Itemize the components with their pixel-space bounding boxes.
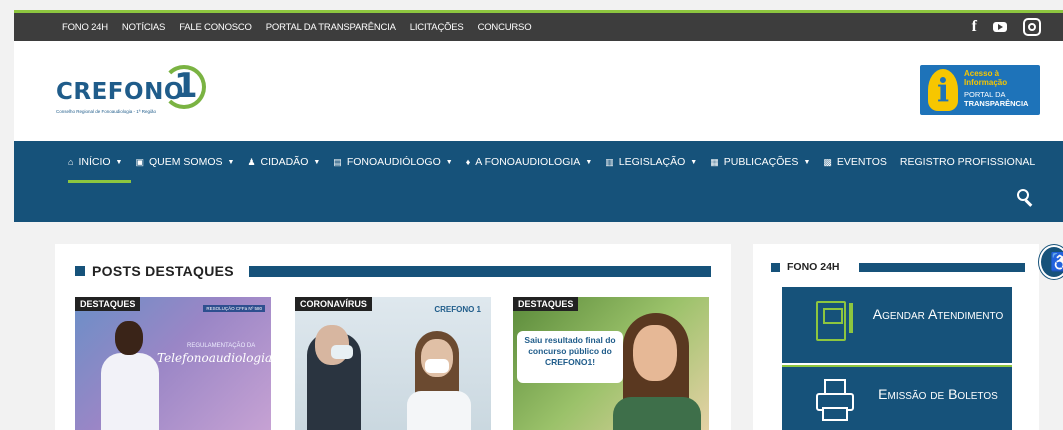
top-links: FONO 24H NOTÍCIAS FALE CONOSCO PORTAL DA… <box>62 13 532 41</box>
facebook-icon[interactable]: f <box>972 18 977 36</box>
post-card[interactable]: DESTAQUES RESOLUÇÃO CFFa Nº 580 REGULAME… <box>75 297 271 430</box>
crefono-logo[interactable]: CREFONO 1 Conselho Regional de Fonoaudio… <box>56 65 216 121</box>
fono24h-section: FONO 24H Agendar Atendimento Emissão de … <box>753 244 1039 430</box>
post-line2: Telefonoaudiologia <box>157 351 271 365</box>
home-icon: ⌂ <box>68 157 74 167</box>
nav-label: INÍCIO <box>78 156 111 168</box>
badge-icon: ▤ <box>333 156 342 167</box>
nav-item-fonoaudiologo[interactable]: ▤ FONOAUDIÓLOGO ▼ <box>333 156 452 168</box>
social-links: f <box>972 13 1041 41</box>
instagram-icon[interactable] <box>1023 18 1041 36</box>
section-title-text: POSTS DESTAQUES <box>92 263 234 279</box>
nav-label: LEGISLAÇÃO <box>618 156 686 168</box>
nav-label: A FONOAUDIOLOGIA <box>475 156 581 168</box>
face-mask-shape <box>331 345 353 359</box>
logo-digit: 1 <box>174 66 198 106</box>
post-bubble: Saiu resultado final do concurso público… <box>517 331 623 383</box>
accessibility-icon: ♿ <box>1050 252 1063 272</box>
post-image-person <box>101 353 159 430</box>
site-header: CREFONO 1 Conselho Regional de Fonoaudio… <box>14 41 1063 141</box>
side-title-text: FONO 24H <box>787 261 840 273</box>
square-bullet-icon <box>771 262 780 272</box>
top-link-concurso[interactable]: CONCURSO <box>478 22 532 33</box>
post-tag[interactable]: DESTAQUES <box>513 297 579 311</box>
chevron-down-icon: ▼ <box>115 158 123 166</box>
transparency-portal-banner[interactable]: Acesso à Informação PORTAL DATRANSPARÊNC… <box>920 65 1040 115</box>
top-bar: FONO 24H NOTÍCIAS FALE CONOSCO PORTAL DA… <box>14 10 1063 41</box>
side-title-bar <box>859 263 1025 272</box>
top-link-fono24h[interactable]: FONO 24H <box>62 22 108 33</box>
top-link-noticias[interactable]: NOTÍCIAS <box>122 22 165 33</box>
search-icon-handle <box>1024 199 1033 207</box>
post-brand: CREFONO 1 <box>434 305 481 314</box>
transparency-line2: PORTAL DA TRANSPARÊNCIA <box>964 90 1038 108</box>
nav-item-legislacao[interactable]: ▥ LEGISLAÇÃO ▼ <box>605 156 697 168</box>
nav-item-publicacoes[interactable]: ▦ PUBLICAÇÕES ▼ <box>710 156 810 168</box>
service-boletos-button[interactable]: Emissão de Boletos <box>782 365 1012 430</box>
chevron-down-icon: ▼ <box>803 158 811 166</box>
face-mask-shape <box>425 359 449 373</box>
post-card[interactable]: DESTAQUES Saiu resultado final do concur… <box>513 297 709 430</box>
side-title: FONO 24H <box>771 261 840 273</box>
logo-subtitle: Conselho Regional de Fonoaudiologia - 1ª… <box>56 109 156 114</box>
info-icon <box>928 69 958 111</box>
nav-label: QUEM SOMOS <box>148 156 223 168</box>
chevron-down-icon: ▼ <box>585 158 593 166</box>
top-link-portal-transparencia[interactable]: PORTAL DA TRANSPARÊNCIA <box>266 22 396 33</box>
post-image-woman-body <box>407 391 471 430</box>
transparency-line2b: TRANSPARÊNCIA <box>964 98 1029 108</box>
nav-label: FONOAUDIÓLOGO <box>346 156 441 168</box>
calendar-icon: ▩ <box>823 156 832 167</box>
printer-output <box>822 407 848 421</box>
service-label: Agendar Atendimento <box>872 306 1004 322</box>
page: FONO 24H NOTÍCIAS FALE CONOSCO PORTAL DA… <box>0 0 1063 430</box>
main-nav: ⌂ INÍCIO ▼ ▣ QUEM SOMOS ▼ ♟ CIDADÃO ▼ ▤ … <box>14 141 1063 222</box>
youtube-icon[interactable] <box>993 22 1007 32</box>
post-line1: REGULAMENTAÇÃO DA <box>187 343 256 349</box>
person-icon: ♟ <box>247 156 256 167</box>
id-card-icon: ▣ <box>135 156 144 167</box>
newspaper-icon: ▦ <box>710 156 719 167</box>
chevron-down-icon: ▼ <box>445 158 453 166</box>
chevron-down-icon: ▼ <box>690 158 698 166</box>
nav-item-a-fonoaudiologia[interactable]: ♦ A FONOAUDIOLOGIA ▼ <box>466 156 593 168</box>
nav-active-indicator <box>68 180 131 183</box>
nav-item-eventos[interactable]: ▩ EVENTOS <box>823 156 887 168</box>
building-icon: ▥ <box>605 156 614 167</box>
transparency-line1: Acesso à Informação <box>964 69 1008 87</box>
posts-section: POSTS DESTAQUES DESTAQUES RESOLUÇÃO CFFa… <box>55 244 731 430</box>
nav-item-quem-somos[interactable]: ▣ QUEM SOMOS ▼ <box>135 156 234 168</box>
post-tag[interactable]: DESTAQUES <box>75 297 141 311</box>
nav-label: PUBLICAÇÕES <box>723 156 799 168</box>
nav-item-cidadao[interactable]: ♟ CIDADÃO ▼ <box>247 156 320 168</box>
service-label: Emissão de Boletos <box>878 386 998 402</box>
chevron-down-icon: ▼ <box>227 158 235 166</box>
post-image-girl-body <box>613 397 701 430</box>
post-card[interactable]: CORONAVÍRUS CREFONO 1 <box>295 297 491 430</box>
nav-label: REGISTRO PROFISSIONAL <box>899 156 1036 168</box>
post-image-girl-face <box>633 325 677 381</box>
book-icon <box>816 301 853 341</box>
accessibility-button[interactable]: ♿ <box>1039 245 1063 279</box>
service-agendar-button[interactable]: Agendar Atendimento <box>782 287 1012 363</box>
nav-item-registro-profissional[interactable]: REGISTRO PROFISSIONAL <box>900 156 1035 168</box>
section-title-bar <box>249 266 711 277</box>
printer-icon <box>816 379 856 425</box>
nav-item-inicio[interactable]: ⌂ INÍCIO ▼ <box>68 156 122 168</box>
search-icon[interactable] <box>1017 189 1033 207</box>
nav-label: CIDADÃO <box>260 156 309 168</box>
chevron-down-icon: ▼ <box>313 158 321 166</box>
nav-label: EVENTOS <box>836 156 887 168</box>
nav-items: ⌂ INÍCIO ▼ ▣ QUEM SOMOS ▼ ♟ CIDADÃO ▼ ▤ … <box>68 151 1035 173</box>
post-badge: RESOLUÇÃO CFFa Nº 580 <box>203 305 265 312</box>
microphone-icon: ♦ <box>465 157 471 167</box>
square-bullet-icon <box>75 266 85 276</box>
top-link-fale-conosco[interactable]: FALE CONOSCO <box>179 22 252 33</box>
top-link-licitacoes[interactable]: LICITAÇÕES <box>410 22 464 33</box>
section-title: POSTS DESTAQUES <box>75 263 234 279</box>
post-tag[interactable]: CORONAVÍRUS <box>295 297 372 311</box>
post-image-head <box>115 321 143 355</box>
